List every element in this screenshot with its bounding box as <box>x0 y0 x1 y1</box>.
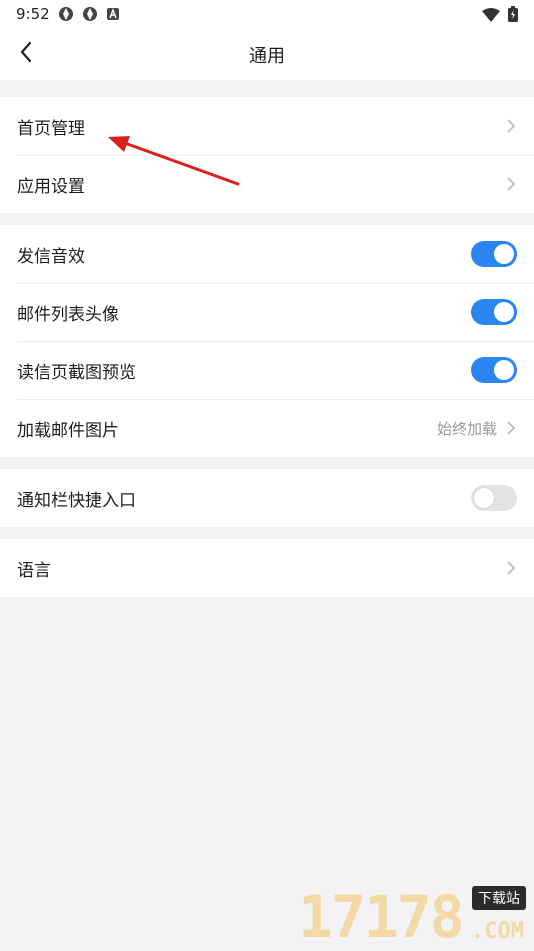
list-avatar-toggle[interactable] <box>471 299 517 325</box>
row-list-avatar: 邮件列表头像 <box>0 283 534 341</box>
notification-shortcut-toggle[interactable] <box>471 485 517 511</box>
sync-icon <box>82 6 98 26</box>
status-icons-left <box>58 6 120 26</box>
chevron-right-icon <box>507 561 517 575</box>
row-label: 发信音效 <box>17 246 85 267</box>
load-images-value: 始终加载 <box>436 419 497 438</box>
navbar: 通用 <box>0 28 534 80</box>
wifi-icon <box>482 7 500 26</box>
chevron-right-icon <box>507 177 517 191</box>
row-label: 语言 <box>17 560 51 581</box>
battery-icon <box>508 6 518 26</box>
status-bar: 9:52 <box>0 0 534 28</box>
row-load-images[interactable]: 加载邮件图片 始终加载 <box>0 399 534 457</box>
row-notification-shortcut: 通知栏快捷入口 <box>0 469 534 527</box>
toggle-knob <box>494 302 514 322</box>
page-title: 通用 <box>249 46 285 67</box>
row-label: 读信页截图预览 <box>17 362 136 383</box>
row-label: 应用设置 <box>17 176 85 197</box>
sync-icon <box>58 6 74 26</box>
chevron-right-icon <box>507 119 517 133</box>
watermark-logo: 17178 下载站 .COM <box>298 886 528 946</box>
row-app-settings[interactable]: 应用设置 <box>0 155 534 213</box>
status-time: 9:52 <box>16 5 50 23</box>
row-label: 通知栏快捷入口 <box>17 490 136 511</box>
toggle-knob <box>494 244 514 264</box>
settings-group-language: 语言 <box>0 539 534 597</box>
row-label: 首页管理 <box>17 118 85 139</box>
chevron-right-icon <box>507 421 517 435</box>
row-label: 加载邮件图片 <box>17 420 119 441</box>
watermark-badge: 下载站 <box>472 886 526 910</box>
settings-group-notification: 通知栏快捷入口 <box>0 469 534 527</box>
toggle-knob <box>494 360 514 380</box>
settings-group-home: 首页管理 应用设置 <box>0 97 534 213</box>
watermark-suffix: .COM <box>471 919 524 944</box>
screenshot-preview-toggle[interactable] <box>471 357 517 383</box>
row-send-sound: 发信音效 <box>0 225 534 283</box>
toggle-knob <box>474 488 494 508</box>
a-notification-icon <box>106 6 120 26</box>
status-icons-right <box>482 6 518 26</box>
row-screenshot-preview: 读信页截图预览 <box>0 341 534 399</box>
settings-group-mail: 发信音效 邮件列表头像 读信页截图预览 加载邮件图片 始终加载 <box>0 225 534 457</box>
row-home-management[interactable]: 首页管理 <box>0 97 534 155</box>
send-sound-toggle[interactable] <box>471 241 517 267</box>
row-label: 邮件列表头像 <box>17 304 119 325</box>
row-language[interactable]: 语言 <box>0 539 534 597</box>
watermark-number: 17178 <box>298 883 465 951</box>
